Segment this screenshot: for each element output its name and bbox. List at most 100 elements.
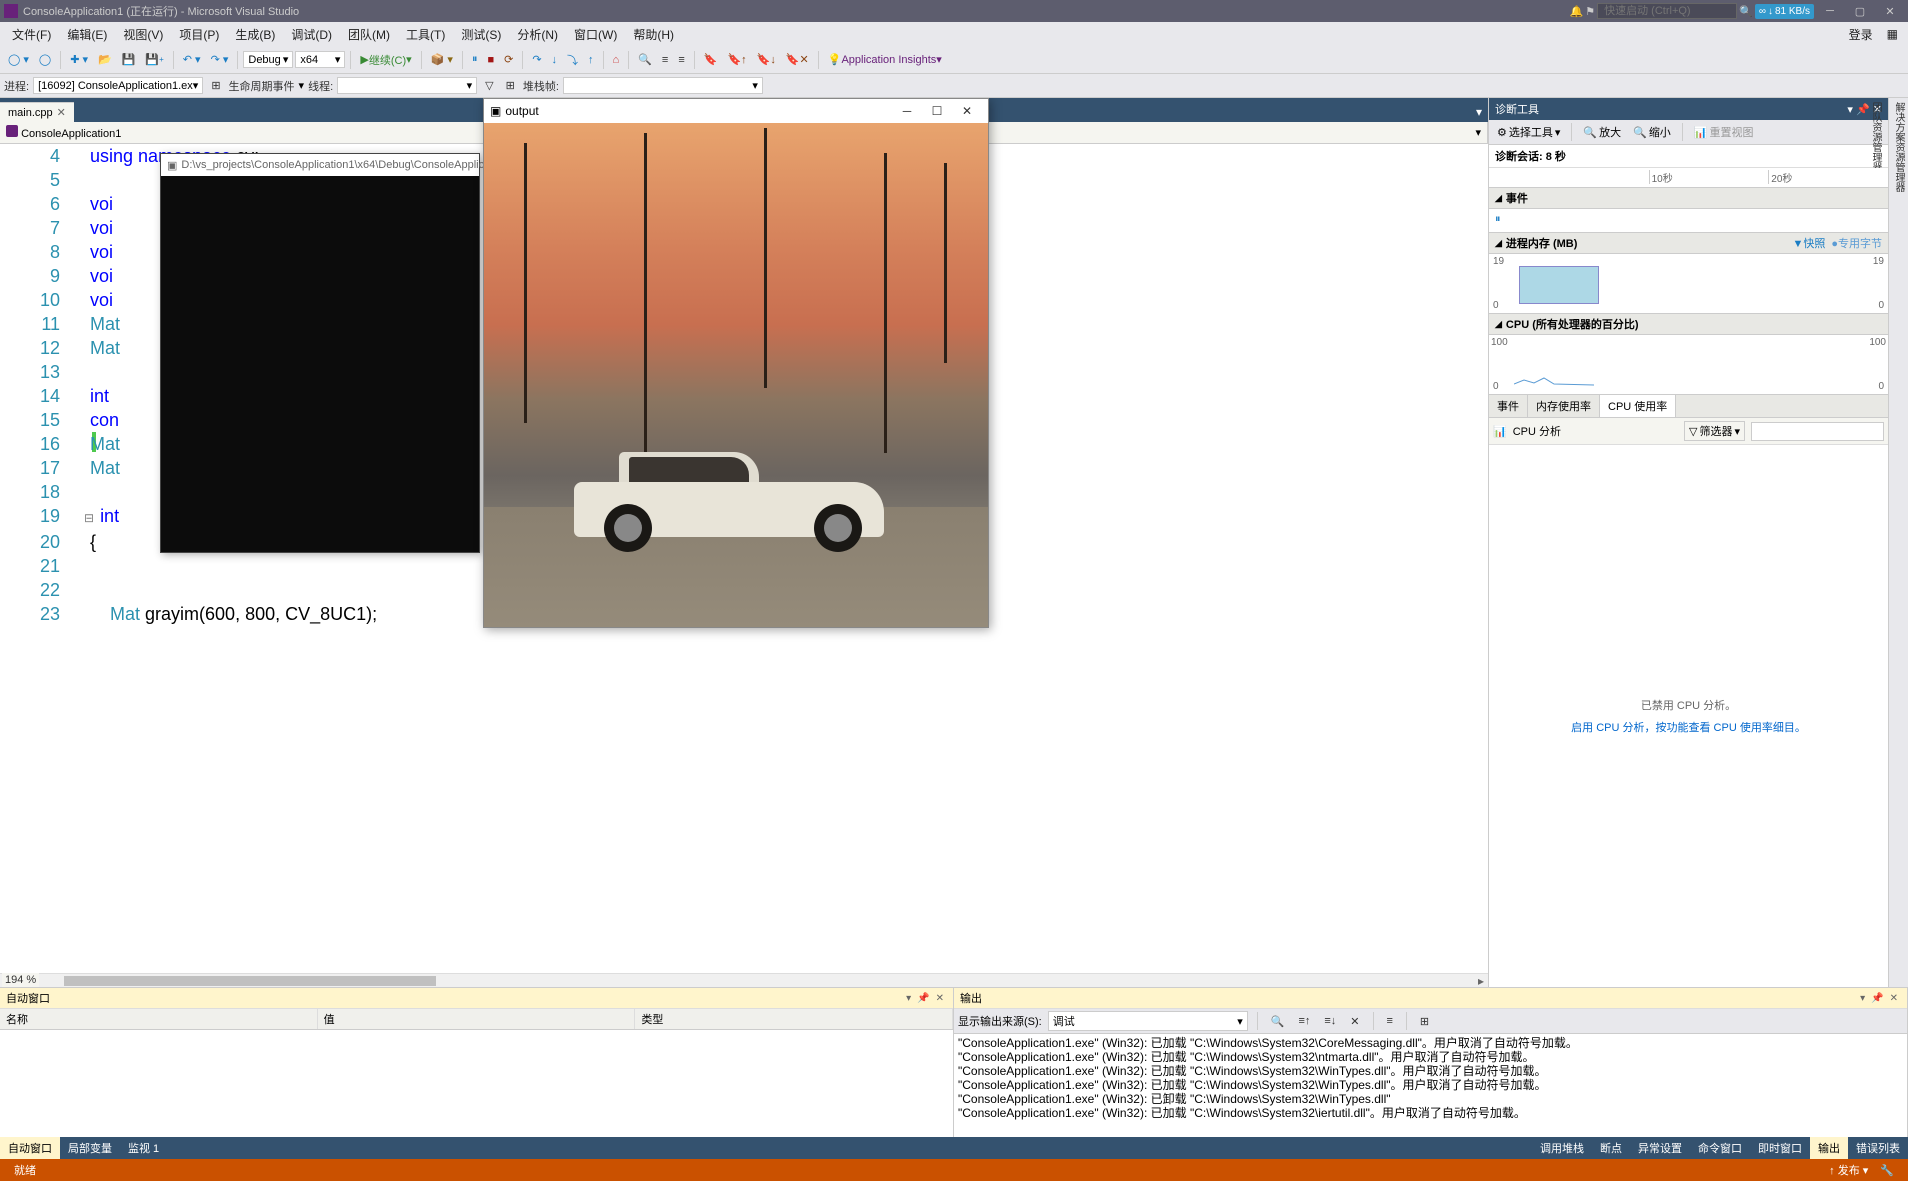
menu-help[interactable]: 帮助(H) bbox=[625, 23, 682, 46]
tab-close-icon[interactable]: ✕ bbox=[57, 106, 66, 119]
panel-close-button[interactable]: ✕ bbox=[933, 993, 947, 1004]
timeline-ruler[interactable]: 10秒 20秒 bbox=[1489, 168, 1888, 188]
output-wrap-button[interactable]: ≡ bbox=[1383, 1013, 1397, 1029]
lifecycle-icon[interactable]: ⊞ bbox=[207, 77, 224, 94]
stackframe-dropdown[interactable]: ▾ bbox=[563, 77, 763, 94]
diag-tab-events[interactable]: 事件 bbox=[1489, 395, 1528, 417]
lifecycle-dropdown[interactable]: ▾ bbox=[299, 79, 305, 92]
output-maximize-button[interactable]: ☐ bbox=[922, 104, 952, 119]
diag-search-input[interactable] bbox=[1751, 422, 1884, 441]
flag-icon[interactable]: ⚑ bbox=[1585, 5, 1595, 18]
output-find-button[interactable]: 🔍 bbox=[1267, 1013, 1289, 1030]
panel-dropdown-button[interactable]: ▾ bbox=[1847, 104, 1853, 116]
new-button[interactable]: ✚ ▾ bbox=[66, 51, 92, 68]
menu-window[interactable]: 窗口(W) bbox=[566, 23, 625, 46]
menu-file[interactable]: 文件(F) bbox=[4, 23, 59, 46]
events-header[interactable]: ◢事件 bbox=[1489, 188, 1888, 209]
reset-view-button[interactable]: 📊 重置视图 bbox=[1690, 122, 1758, 142]
thread-filter-button[interactable]: ▽ bbox=[481, 77, 497, 94]
maximize-button[interactable]: ▢ bbox=[1846, 2, 1874, 20]
save-all-button[interactable]: 💾+ bbox=[141, 51, 167, 68]
output-next-button[interactable]: ≡↓ bbox=[1320, 1013, 1340, 1029]
panel-dropdown-button[interactable]: ▾ bbox=[903, 993, 914, 1004]
close-button[interactable]: ✕ bbox=[1876, 2, 1904, 20]
output-text[interactable]: "ConsoleApplication1.exe" (Win32): 已加载 "… bbox=[954, 1034, 1907, 1137]
thread-dropdown[interactable]: ▾ bbox=[337, 77, 477, 94]
save-button[interactable]: 💾 bbox=[118, 51, 140, 68]
menu-edit[interactable]: 编辑(E) bbox=[59, 23, 115, 46]
config-dropdown[interactable]: Debug ▾ bbox=[243, 51, 293, 68]
team-explorer-tab[interactable]: 团队资源管理器 bbox=[1868, 102, 1883, 983]
col-name[interactable]: 名称 bbox=[0, 1009, 318, 1029]
restart-button[interactable]: ⟳ bbox=[500, 51, 517, 68]
cpu-header[interactable]: ◢CPU (所有处理器的百分比) bbox=[1489, 314, 1888, 335]
bookmark-next-button[interactable]: 🔖↓ bbox=[753, 51, 780, 68]
build-button[interactable]: 📦 ▾ bbox=[427, 51, 457, 68]
diag-tab-memory[interactable]: 内存使用率 bbox=[1528, 395, 1600, 417]
enable-cpu-link[interactable]: 启用 CPU 分析，按功能查看 CPU 使用率细目。 bbox=[1571, 719, 1806, 735]
nav-forward-button[interactable]: ◯ bbox=[35, 51, 55, 68]
tab-watch-1[interactable]: 监视 1 bbox=[120, 1137, 167, 1159]
memory-header[interactable]: ◢进程内存 (MB) ▼快照 ●专用字节 bbox=[1489, 233, 1888, 254]
uncomment-button[interactable]: ≡ bbox=[674, 52, 688, 68]
app-insights-button[interactable]: 💡 Application Insights ▾ bbox=[824, 51, 946, 68]
pause-button[interactable]: ⏸ bbox=[468, 51, 482, 68]
quick-launch-input[interactable] bbox=[1597, 3, 1737, 19]
continue-button[interactable]: ▶ 继续(C) ▾ bbox=[356, 50, 415, 70]
menu-build[interactable]: 生成(B) bbox=[227, 23, 283, 46]
select-tools-button[interactable]: ⚙ 选择工具 ▾ bbox=[1493, 122, 1564, 142]
bookmark-clear-button[interactable]: 🔖✕ bbox=[782, 51, 813, 68]
publish-button[interactable]: ↑ 发布 ▾ bbox=[1823, 1162, 1874, 1178]
minimize-button[interactable]: ─ bbox=[1816, 2, 1844, 20]
toggle-threads-button[interactable]: ⊞ bbox=[502, 77, 519, 94]
open-button[interactable]: 📂 bbox=[94, 51, 116, 68]
redo-button[interactable]: ↷ ▾ bbox=[207, 51, 233, 68]
stop-button[interactable]: ■ bbox=[483, 52, 498, 68]
tab-error-list[interactable]: 错误列表 bbox=[1848, 1137, 1908, 1159]
hscroll-thumb[interactable] bbox=[64, 976, 436, 986]
tab-exceptions[interactable]: 异常设置 bbox=[1630, 1137, 1690, 1159]
menu-analyze[interactable]: 分析(N) bbox=[509, 23, 566, 46]
undo-button[interactable]: ↶ ▾ bbox=[179, 51, 205, 68]
menu-team[interactable]: 团队(M) bbox=[340, 23, 398, 46]
bookmark-button[interactable]: 🔖 bbox=[700, 51, 722, 68]
editor-hscrollbar[interactable]: 194 % ◂ ▸ bbox=[0, 973, 1488, 987]
output-clear-button[interactable]: ✕ bbox=[1346, 1013, 1363, 1030]
output-close-button[interactable]: ✕ bbox=[952, 104, 982, 119]
solution-explorer-tab[interactable]: 解决方案资源管理器 bbox=[1891, 102, 1906, 983]
comment-button[interactable]: ≡ bbox=[658, 52, 672, 68]
platform-dropdown[interactable]: x64 ▾ bbox=[295, 51, 345, 68]
menu-test[interactable]: 测试(S) bbox=[453, 23, 509, 46]
output-source-dropdown[interactable]: 调试▾ bbox=[1048, 1011, 1248, 1031]
fold-toggle-icon[interactable]: ⊟ bbox=[84, 511, 94, 525]
menu-project[interactable]: 项目(P) bbox=[171, 23, 227, 46]
diag-tab-cpu[interactable]: CPU 使用率 bbox=[1600, 395, 1676, 417]
col-type[interactable]: 类型 bbox=[635, 1009, 953, 1029]
process-dropdown[interactable]: [16092] ConsoleApplication1.ex▾ bbox=[33, 77, 203, 94]
zoom-in-button[interactable]: 🔍 放大 bbox=[1579, 122, 1625, 142]
find-button[interactable]: 🔍 bbox=[634, 51, 656, 68]
login-link[interactable]: 登录 bbox=[1841, 23, 1881, 46]
tab-call-stack[interactable]: 调用堆栈 bbox=[1532, 1137, 1592, 1159]
bookmark-prev-button[interactable]: 🔖↑ bbox=[723, 51, 750, 68]
panel-pin-button[interactable]: 📌 bbox=[1868, 993, 1886, 1004]
intellitrace-button[interactable]: ⌂ bbox=[609, 52, 624, 68]
panel-pin-button[interactable]: 📌 bbox=[914, 993, 932, 1004]
menu-debug[interactable]: 调试(D) bbox=[283, 23, 340, 46]
panel-dropdown-button[interactable]: ▾ bbox=[1857, 993, 1868, 1004]
tab-output[interactable]: 输出 bbox=[1810, 1137, 1848, 1159]
step-over-button[interactable]: ⤵ bbox=[563, 50, 582, 70]
opencv-output-window[interactable]: ▣output ─ ☐ ✕ bbox=[483, 98, 989, 628]
tab-immediate[interactable]: 即时窗口 bbox=[1750, 1137, 1810, 1159]
nav-back-button[interactable]: ◯ ▾ bbox=[4, 51, 33, 68]
dropdown-files-button[interactable]: ▾ bbox=[1470, 102, 1488, 122]
show-next-statement-button[interactable]: ↷ bbox=[528, 51, 545, 68]
notification-icon[interactable]: 🔔 bbox=[1570, 5, 1584, 18]
editor-tab-main-cpp[interactable]: main.cpp ✕ bbox=[0, 102, 74, 122]
menu-tools[interactable]: 工具(T) bbox=[398, 23, 453, 46]
output-prev-button[interactable]: ≡↑ bbox=[1294, 1013, 1314, 1029]
step-out-button[interactable]: ↑ bbox=[584, 52, 598, 68]
filter-dropdown[interactable]: ▽ 筛选器 ▾ bbox=[1684, 421, 1745, 441]
step-into-button[interactable]: ↓ bbox=[548, 52, 562, 68]
panel-close-button[interactable]: ✕ bbox=[1887, 993, 1901, 1004]
